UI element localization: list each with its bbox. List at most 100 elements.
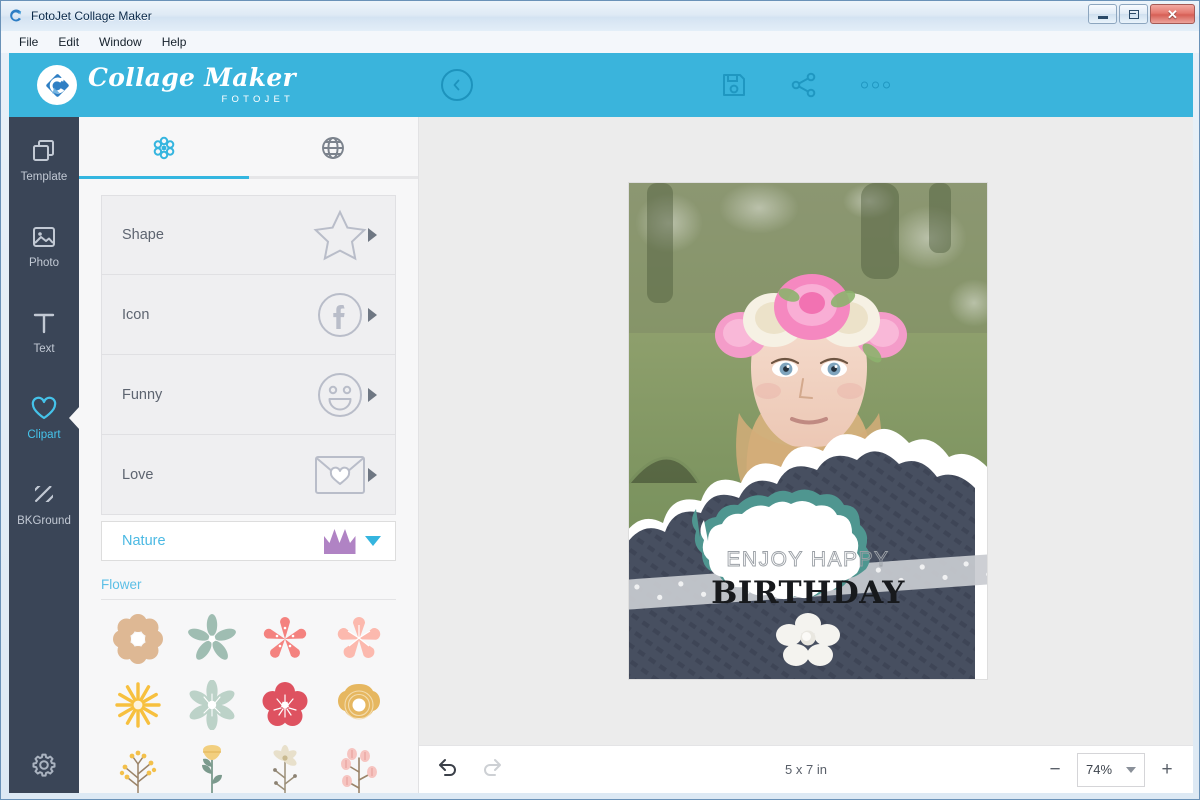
nature-dropdown[interactable]: Nature [101,521,396,561]
chevron-down-icon [1126,767,1136,773]
chevron-down-icon [365,536,381,546]
clipart-categories: Shape Icon Funny [79,179,418,515]
clipart-item-stem-cream-flower[interactable] [249,738,323,793]
settings-button[interactable] [9,753,79,777]
clipart-item-flower-red-blossom[interactable] [249,672,323,738]
category-row-love[interactable]: Love [101,435,396,515]
star-icon [312,207,368,263]
clipart-item-flower-coral-sakura[interactable] [249,606,323,672]
chevron-right-icon [368,308,377,322]
menu-item-help[interactable]: Help [154,32,195,52]
minimize-icon [1098,16,1108,19]
menu-item-edit[interactable]: Edit [50,32,87,52]
category-row-funny[interactable]: Funny [101,355,396,435]
flower-section: Flower [101,577,396,600]
category-label: Shape [122,227,312,243]
clipart-panel: Shape Icon Funny [79,117,419,793]
heart-icon [30,396,58,422]
clipart-tab[interactable] [79,117,249,179]
smiley-icon [312,367,368,423]
close-icon: ✕ [1167,8,1178,21]
envelope-heart-icon [312,447,368,503]
header-toolbar [421,53,1193,117]
back-button[interactable] [441,69,473,101]
menu-item-file[interactable]: File [11,32,46,52]
gear-icon [32,753,56,777]
section-title: Flower [101,577,396,599]
sidebar-item-label: BKGround [17,515,71,527]
clipart-item-flower-tan-round[interactable] [101,606,175,672]
brand-name: Collage Maker [88,63,296,92]
panel-tabs [79,117,418,179]
dropdown-label: Nature [122,533,315,549]
category-label: Icon [122,307,312,323]
card-line-2-text: BIRTHDAY [711,575,905,611]
sidebar-item-clipart[interactable]: Clipart [9,375,79,461]
chevron-right-icon [368,468,377,482]
status-bar: 5 x 7 in − 74% + [419,745,1193,793]
maximize-button[interactable] [1119,4,1148,24]
zoom-in-button[interactable]: + [1159,760,1175,779]
app-header: Collage Maker FOTOJET [9,53,1193,117]
clipart-item-stem-pink-buds[interactable] [322,738,396,793]
share-button[interactable] [791,72,817,98]
menu-bar: File Edit Window Help [1,31,1199,53]
close-button[interactable]: ✕ [1150,4,1195,24]
zoom-controls: − 74% + [1047,753,1175,787]
chevron-right-icon [368,228,377,242]
more-button[interactable] [861,82,890,89]
category-row-shape[interactable]: Shape [101,195,396,275]
application-window: FotoJet Collage Maker ✕ File Edit Window… [0,0,1200,800]
card-line-1-text: ENJOY HAPPY [726,548,889,571]
layers-icon [31,138,57,164]
zoom-value: 74% [1086,762,1126,777]
collage-canvas[interactable]: ENJOY HAPPY BIRTHDAY [629,183,987,679]
category-row-icon[interactable]: Icon [101,275,396,355]
globe-icon [320,135,346,161]
clipart-item-flower-gold-rose[interactable] [322,672,396,738]
chevron-left-circle-icon [451,79,463,91]
online-tab[interactable] [249,117,419,179]
hatch-icon [31,482,57,508]
canvas-workspace[interactable]: ENJOY HAPPY BIRTHDAY [419,117,1193,745]
sidebar-item-label: Text [33,343,54,355]
sidebar-item-bkground[interactable]: BKGround [9,461,79,547]
title-bar: FotoJet Collage Maker ✕ [1,1,1199,31]
clipart-item-flower-mint-bloom[interactable] [175,672,249,738]
minimize-button[interactable] [1088,4,1117,24]
flower-icon [151,135,177,161]
text-t-icon [31,310,57,336]
left-sidebar: Template Photo Text Clipart [9,117,79,793]
brand-logo: Collage Maker FOTOJET [9,53,421,117]
sidebar-item-label: Clipart [27,429,60,441]
section-divider [101,599,396,600]
clipart-item-stem-yellow-bloom[interactable] [175,738,249,793]
crown-flower-icon [315,527,365,555]
redo-icon [481,756,503,778]
fotojet-mark-icon [37,65,77,105]
sidebar-item-text[interactable]: Text [9,289,79,375]
clipart-item-stem-yellow-buds[interactable] [101,738,175,793]
maximize-icon [1129,10,1139,19]
history-controls [437,756,503,783]
zoom-select[interactable]: 74% [1077,753,1145,787]
menu-item-window[interactable]: Window [91,32,150,52]
clipart-item-flower-peach-sakura[interactable] [322,606,396,672]
undo-button[interactable] [437,756,459,783]
facebook-f-icon [312,287,368,343]
category-label: Funny [122,387,312,403]
zoom-out-button[interactable]: − [1047,760,1063,779]
sidebar-item-photo[interactable]: Photo [9,203,79,289]
clipart-grid [101,606,396,793]
brand-text: Collage Maker FOTOJET [88,65,296,105]
clipart-item-flower-yellow-daisy[interactable] [101,672,175,738]
redo-button[interactable] [481,756,503,783]
window-title: FotoJet Collage Maker [31,9,152,23]
sidebar-item-template[interactable]: Template [9,117,79,203]
clipart-item-flower-sage-petals[interactable] [175,606,249,672]
chevron-right-icon [368,388,377,402]
save-button[interactable] [721,72,747,98]
fotojet-logo-icon [8,8,24,24]
undo-icon [437,756,459,778]
share-nodes-icon [791,72,817,98]
